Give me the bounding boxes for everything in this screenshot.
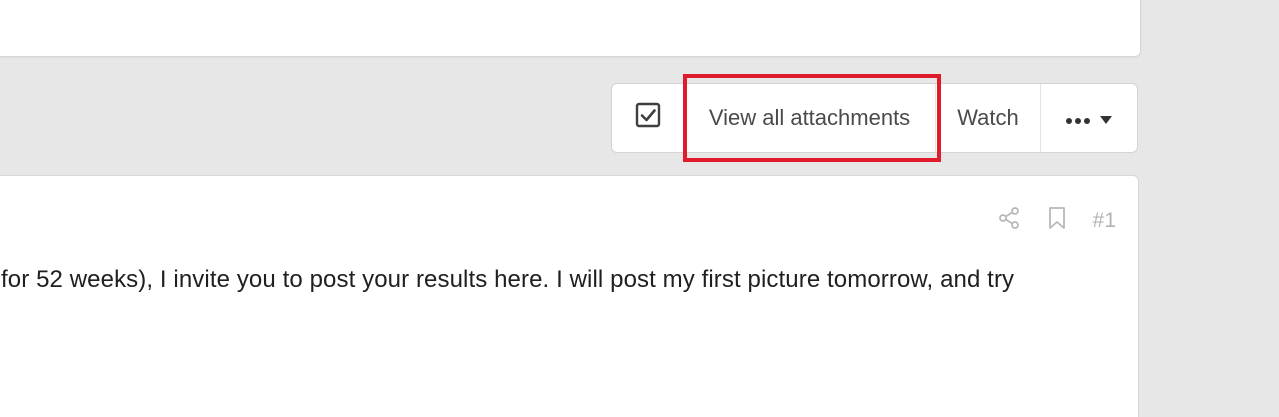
previous-content-card (0, 0, 1141, 57)
post-body-text: for 52 weeks), I invite you to post your… (1, 266, 1015, 293)
post-number-link[interactable]: #1 (1093, 209, 1116, 233)
watch-button[interactable]: Watch (936, 84, 1041, 152)
bookmark-icon[interactable] (1047, 206, 1067, 235)
select-thread-button[interactable] (612, 84, 684, 152)
thread-toolbar: View all attachments Watch (611, 83, 1138, 153)
view-all-attachments-label: View all attachments (708, 105, 911, 130)
ellipsis-icon (1065, 105, 1091, 131)
more-options-button[interactable] (1041, 84, 1137, 152)
post-card: #1 for 52 weeks), I invite you to post y… (0, 175, 1139, 417)
watch-label: Watch (957, 105, 1019, 130)
caret-down-icon (1099, 105, 1113, 131)
view-all-attachments-button[interactable]: View all attachments (684, 84, 936, 152)
post-actions: #1 (997, 206, 1116, 235)
page: View all attachments Watch #1 for 52 wee… (0, 0, 1279, 417)
checkbox-checked-icon (635, 102, 661, 134)
share-icon[interactable] (997, 206, 1021, 235)
